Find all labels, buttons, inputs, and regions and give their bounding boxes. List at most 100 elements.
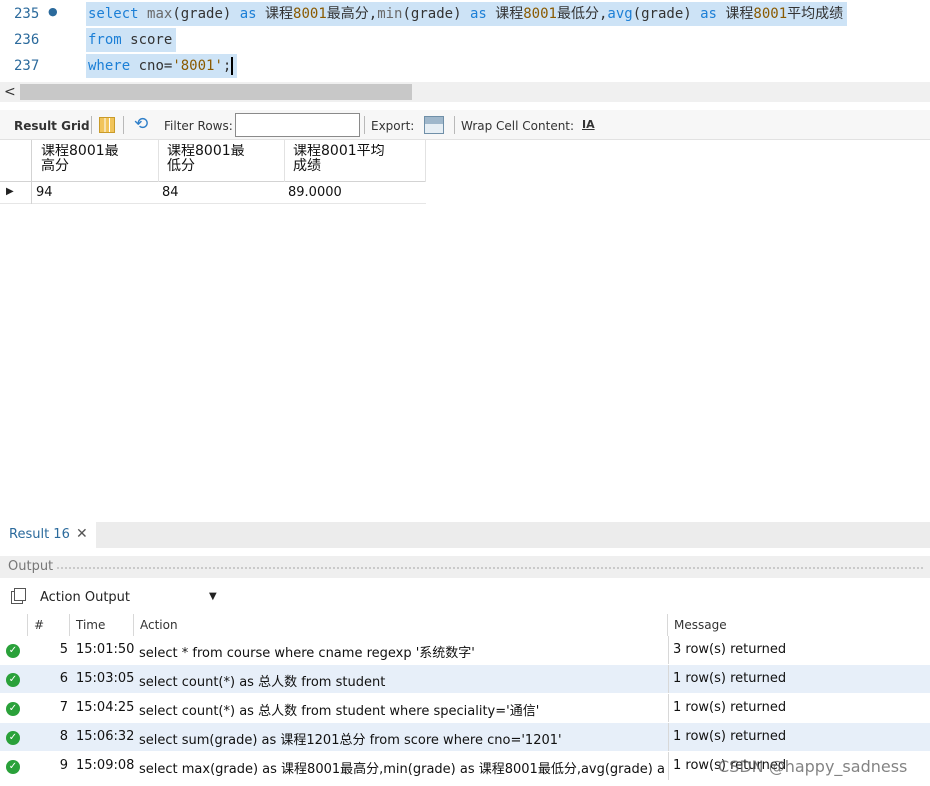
table-row[interactable]: ▶ 94 84 89.0000 bbox=[0, 182, 426, 204]
toolbar-divider bbox=[454, 116, 455, 134]
output-panel-header: Output bbox=[0, 556, 930, 578]
code-token: 8001 bbox=[293, 6, 327, 22]
column-header-message[interactable]: Message bbox=[668, 614, 930, 636]
column-divider bbox=[668, 665, 669, 693]
code-token: as bbox=[239, 6, 257, 22]
code-token: 课程 bbox=[256, 6, 294, 22]
code-line-235[interactable]: 235 ● select max(grade) as 课程8001最高分,min… bbox=[0, 1, 930, 27]
line-number: 235 bbox=[14, 6, 40, 22]
output-mode-value: Action Output bbox=[40, 590, 131, 605]
wrap-cell-label: Wrap Cell Content: bbox=[461, 119, 575, 133]
output-time: 15:01:50 bbox=[76, 642, 135, 657]
output-message: 3 row(s) returned bbox=[673, 642, 787, 657]
output-row-number: 8 bbox=[59, 729, 68, 744]
output-action: select count(*) as 总人数 from student bbox=[139, 675, 386, 690]
toolbar-divider bbox=[91, 116, 92, 134]
output-row-number: 5 bbox=[59, 642, 68, 657]
chevron-down-icon: ▼ bbox=[209, 591, 217, 602]
output-row[interactable]: ✓ 5 15:01:50 select * from course where … bbox=[0, 636, 930, 664]
grid-cell[interactable]: 94 bbox=[36, 185, 53, 200]
column-header-action[interactable]: Action bbox=[134, 614, 668, 636]
current-row-icon: ▶ bbox=[6, 186, 14, 197]
tab-result-16[interactable]: Result 16 ✕ bbox=[0, 522, 96, 548]
output-time: 15:03:05 bbox=[76, 671, 135, 686]
wrap-cell-icon[interactable]: IA bbox=[582, 118, 595, 131]
column-header[interactable]: 课程8001最 高分 bbox=[32, 144, 158, 180]
result-grid-toolbar: Result Grid ⟲ Filter Rows: Export: Wrap … bbox=[0, 110, 930, 140]
toolbar-divider bbox=[123, 116, 124, 134]
code-token: where bbox=[88, 58, 131, 74]
column-header-num[interactable]: # bbox=[28, 614, 70, 636]
code-token: select bbox=[88, 6, 139, 22]
drag-grip[interactable] bbox=[56, 566, 924, 570]
code-token: 课程 bbox=[716, 6, 754, 22]
output-time: 15:06:32 bbox=[76, 729, 135, 744]
code-line-237[interactable]: 237 where cno='8001'; bbox=[0, 53, 930, 79]
output-row-number: 6 bbox=[59, 671, 68, 686]
code-token: score bbox=[121, 32, 173, 48]
column-divider bbox=[668, 636, 669, 664]
code-token: ; bbox=[222, 58, 232, 74]
output-row[interactable]: ✓ 6 15:03:05 select count(*) as 总人数 from… bbox=[0, 665, 930, 693]
line-number: 237 bbox=[14, 58, 40, 74]
code-line-236[interactable]: 236 from score bbox=[0, 27, 930, 53]
code-token: 最低分, bbox=[556, 6, 608, 22]
copy-icon[interactable] bbox=[11, 588, 26, 604]
scroll-left-icon[interactable]: < bbox=[4, 82, 16, 102]
text-cursor bbox=[231, 57, 234, 75]
filter-rows-input[interactable] bbox=[235, 113, 360, 137]
code-text[interactable]: from score bbox=[86, 28, 177, 52]
code-token: (grade) bbox=[172, 6, 240, 22]
grid-cell[interactable]: 89.0000 bbox=[288, 185, 342, 200]
statement-marker-icon[interactable]: ● bbox=[48, 5, 58, 18]
export-icon[interactable] bbox=[424, 116, 444, 134]
result-tab-bar: Result 16 ✕ bbox=[0, 522, 930, 548]
success-check-icon: ✓ bbox=[6, 702, 20, 716]
close-icon[interactable]: ✕ bbox=[76, 526, 88, 542]
code-token: from bbox=[88, 32, 122, 48]
code-text[interactable]: select max(grade) as 课程8001最高分,min(grade… bbox=[86, 2, 848, 26]
grid-cell[interactable]: 84 bbox=[162, 185, 179, 200]
column-header-time[interactable]: Time bbox=[70, 614, 134, 636]
output-message: 1 row(s) returned bbox=[673, 729, 787, 744]
export-label: Export: bbox=[371, 119, 415, 133]
row-selector[interactable]: ▶ bbox=[0, 182, 32, 204]
code-token: cno= bbox=[130, 58, 173, 74]
result-grid[interactable]: 课程8001最 高分 课程8001最 低分 课程8001平均 成绩 ▶ 94 8… bbox=[0, 140, 930, 520]
code-token: max bbox=[147, 6, 173, 22]
refresh-icon[interactable]: ⟲ bbox=[134, 115, 148, 133]
success-check-icon: ✓ bbox=[6, 760, 20, 774]
status-column-header bbox=[0, 614, 28, 636]
output-mode-select[interactable]: Action Output ▼ bbox=[35, 587, 223, 609]
success-check-icon: ✓ bbox=[6, 644, 20, 658]
output-row[interactable]: ✓ 7 15:04:25 select count(*) as 总人数 from… bbox=[0, 694, 930, 722]
result-grid-button[interactable]: Result Grid bbox=[14, 118, 90, 134]
output-title: Output bbox=[8, 559, 58, 574]
output-row-number: 9 bbox=[59, 758, 68, 773]
code-text[interactable]: where cno='8001'; bbox=[86, 54, 238, 78]
column-divider bbox=[668, 752, 669, 780]
output-row[interactable]: ✓ 8 15:06:32 select sum(grade) as 课程1201… bbox=[0, 723, 930, 751]
column-divider bbox=[668, 723, 669, 751]
code-token: '8001' bbox=[172, 58, 223, 74]
column-divider bbox=[668, 694, 669, 722]
filter-rows-label: Filter Rows: bbox=[164, 119, 233, 133]
grid-header: 课程8001最 高分 课程8001最 低分 课程8001平均 成绩 bbox=[0, 140, 426, 182]
editor-horizontal-scrollbar[interactable]: < bbox=[0, 82, 930, 102]
code-token: 最高分, bbox=[326, 6, 378, 22]
column-header[interactable]: 课程8001平均 成绩 bbox=[284, 144, 410, 180]
sql-editor[interactable]: 235 ● select max(grade) as 课程8001最高分,min… bbox=[0, 0, 930, 80]
output-action: select sum(grade) as 课程1201总分 from score… bbox=[139, 733, 562, 748]
watermark: CSDN @happy_sadness bbox=[718, 757, 908, 776]
output-action: select count(*) as 总人数 from student wher… bbox=[139, 704, 540, 719]
column-header[interactable]: 课程8001最 低分 bbox=[158, 144, 284, 180]
output-toolbar: Action Output ▼ bbox=[0, 584, 930, 612]
toolbar-divider bbox=[364, 116, 365, 134]
column-divider[interactable] bbox=[425, 140, 426, 182]
output-message: 1 row(s) returned bbox=[673, 671, 787, 686]
tab-label: Result 16 bbox=[9, 527, 70, 542]
scrollbar-thumb[interactable] bbox=[20, 84, 412, 100]
code-token: 8001 bbox=[523, 6, 557, 22]
column-toggle-icon[interactable] bbox=[99, 117, 115, 133]
